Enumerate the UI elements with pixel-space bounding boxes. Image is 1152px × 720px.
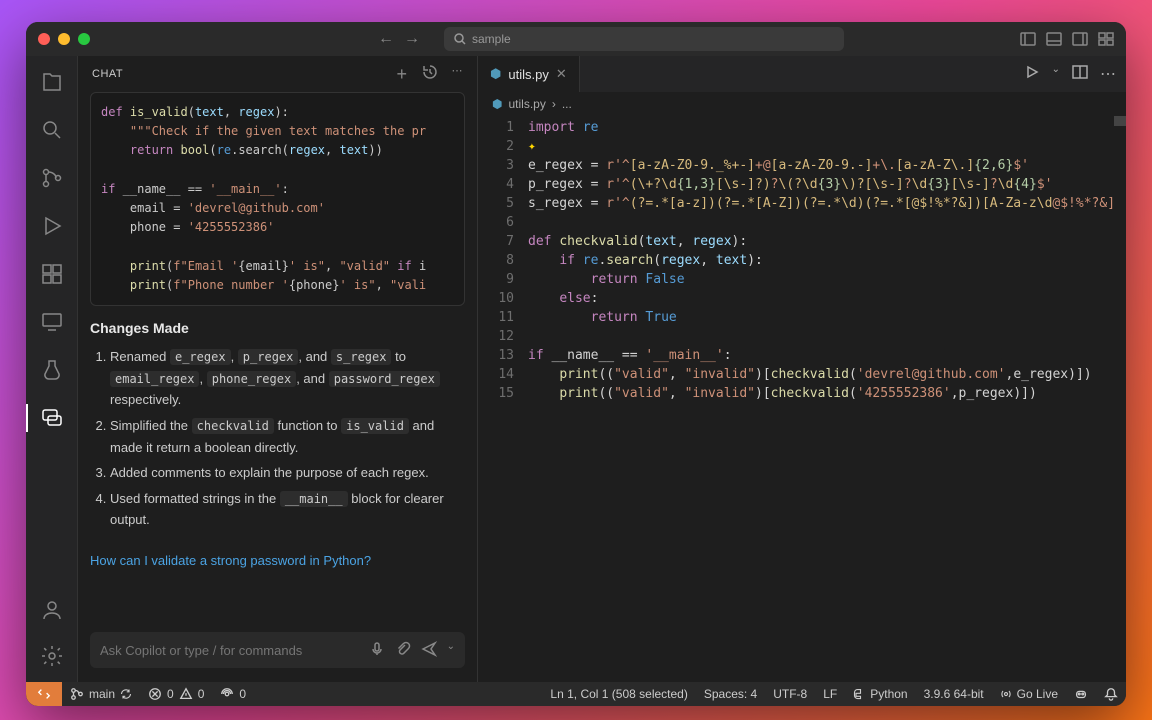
close-tab-icon[interactable]: ✕: [556, 66, 567, 82]
run-debug-icon[interactable]: [38, 212, 66, 240]
breadcrumb[interactable]: ⬢ utils.py › ...: [478, 92, 1126, 116]
problems-indicator[interactable]: 0 0: [140, 687, 212, 701]
language-mode[interactable]: Python: [845, 687, 915, 701]
window-controls: [38, 33, 90, 45]
breadcrumb-more: ...: [562, 97, 572, 111]
list-item: Simplified the checkvalid function to is…: [110, 415, 465, 458]
cursor-position[interactable]: Ln 1, Col 1 (508 selected): [542, 687, 695, 701]
changes-list: Renamed e_regex, p_regex, and s_regex to…: [90, 346, 465, 531]
code-preview-block: def is_valid(text, regex): """Check if t…: [90, 92, 465, 306]
chat-panel: CHAT + ⋯ def is_valid(text, regex): """C…: [78, 56, 478, 682]
notifications-icon[interactable]: [1096, 687, 1126, 701]
search-icon: [454, 33, 466, 45]
chat-body: def is_valid(text, regex): """Check if t…: [78, 92, 477, 622]
changes-made-heading: Changes Made: [90, 320, 465, 336]
python-file-icon: ⬢: [490, 66, 501, 82]
nav-forward-icon[interactable]: →: [404, 30, 420, 48]
testing-icon[interactable]: [38, 356, 66, 384]
status-bar: main 0 0 0 Ln 1, Col 1 (508 selected) Sp…: [26, 682, 1126, 706]
remote-explorer-icon[interactable]: [38, 308, 66, 336]
remote-indicator[interactable]: [26, 682, 62, 706]
send-icon[interactable]: [421, 641, 437, 660]
run-dropdown-icon[interactable]: ⌄: [1052, 64, 1060, 85]
editor-panel: ⬢ utils.py ✕ ⌄ ⋯ ⬢ utils.py › ...: [478, 56, 1126, 682]
explorer-icon[interactable]: [38, 68, 66, 96]
layout-panel-icon[interactable]: [1046, 31, 1062, 47]
attach-icon[interactable]: [395, 641, 411, 660]
run-icon[interactable]: [1024, 64, 1040, 85]
copilot-status-icon[interactable]: [1066, 687, 1096, 701]
python-interpreter[interactable]: 3.9.6 64-bit: [916, 687, 992, 701]
list-item: Added comments to explain the purpose of…: [110, 462, 465, 483]
error-count: 0: [167, 687, 174, 701]
close-window-button[interactable]: [38, 33, 50, 45]
command-center-search[interactable]: sample: [444, 27, 844, 51]
chat-history-icon[interactable]: [422, 64, 438, 85]
list-item: Used formatted strings in the __main__ b…: [110, 488, 465, 531]
line-gutter: 123456789101112131415: [478, 116, 528, 682]
send-dropdown-icon[interactable]: ⌄: [447, 641, 455, 660]
code-area[interactable]: import re✦e_regex = r'^[a-zA-Z0-9._%+-]+…: [528, 116, 1126, 682]
search-text: sample: [472, 32, 511, 46]
python-lang-icon: [853, 688, 865, 700]
titlebar: ← → sample: [26, 22, 1126, 56]
encoding[interactable]: UTF-8: [765, 687, 815, 701]
followup-suggestion[interactable]: How can I validate a strong password in …: [90, 553, 465, 568]
go-live[interactable]: Go Live: [992, 687, 1066, 701]
warning-count: 0: [198, 687, 205, 701]
layout-sidebar-left-icon[interactable]: [1020, 31, 1036, 47]
new-chat-icon[interactable]: +: [396, 64, 407, 85]
accounts-icon[interactable]: [38, 596, 66, 624]
nav-back-icon[interactable]: ←: [378, 30, 394, 48]
port-count: 0: [239, 687, 246, 701]
mic-icon[interactable]: [369, 641, 385, 660]
layout-sidebar-right-icon[interactable]: [1072, 31, 1088, 47]
eol[interactable]: LF: [815, 687, 845, 701]
split-editor-icon[interactable]: [1072, 64, 1088, 85]
python-file-icon: ⬢: [492, 97, 502, 111]
breadcrumb-separator: ›: [552, 97, 556, 111]
git-branch[interactable]: main: [62, 687, 140, 701]
chat-input-field[interactable]: [100, 643, 359, 658]
extensions-icon[interactable]: [38, 260, 66, 288]
sync-icon[interactable]: [120, 688, 132, 700]
chat-panel-title: CHAT: [92, 68, 123, 80]
chat-more-icon[interactable]: ⋯: [452, 64, 464, 85]
source-control-icon[interactable]: [38, 164, 66, 192]
editor-more-icon[interactable]: ⋯: [1100, 64, 1116, 85]
tabs-row: ⬢ utils.py ✕ ⌄ ⋯: [478, 56, 1126, 92]
list-item: Renamed e_regex, p_regex, and s_regex to…: [110, 346, 465, 411]
indentation[interactable]: Spaces: 4: [696, 687, 765, 701]
breadcrumb-file: utils.py: [508, 97, 545, 111]
editor-body[interactable]: 123456789101112131415 import re✦e_regex …: [478, 116, 1126, 682]
settings-gear-icon[interactable]: [38, 642, 66, 670]
chat-input[interactable]: ⌄: [90, 632, 465, 668]
chat-activity-icon[interactable]: [38, 404, 66, 432]
layout-customize-icon[interactable]: [1098, 31, 1114, 47]
ports-indicator[interactable]: 0: [212, 687, 254, 701]
tab-filename: utils.py: [508, 67, 548, 82]
tab-utils-py[interactable]: ⬢ utils.py ✕: [478, 56, 580, 92]
maximize-window-button[interactable]: [78, 33, 90, 45]
minimap[interactable]: [1114, 116, 1126, 126]
activity-bar: [26, 56, 78, 682]
minimize-window-button[interactable]: [58, 33, 70, 45]
branch-name: main: [89, 687, 115, 701]
search-activity-icon[interactable]: [38, 116, 66, 144]
broadcast-icon: [1000, 688, 1012, 700]
